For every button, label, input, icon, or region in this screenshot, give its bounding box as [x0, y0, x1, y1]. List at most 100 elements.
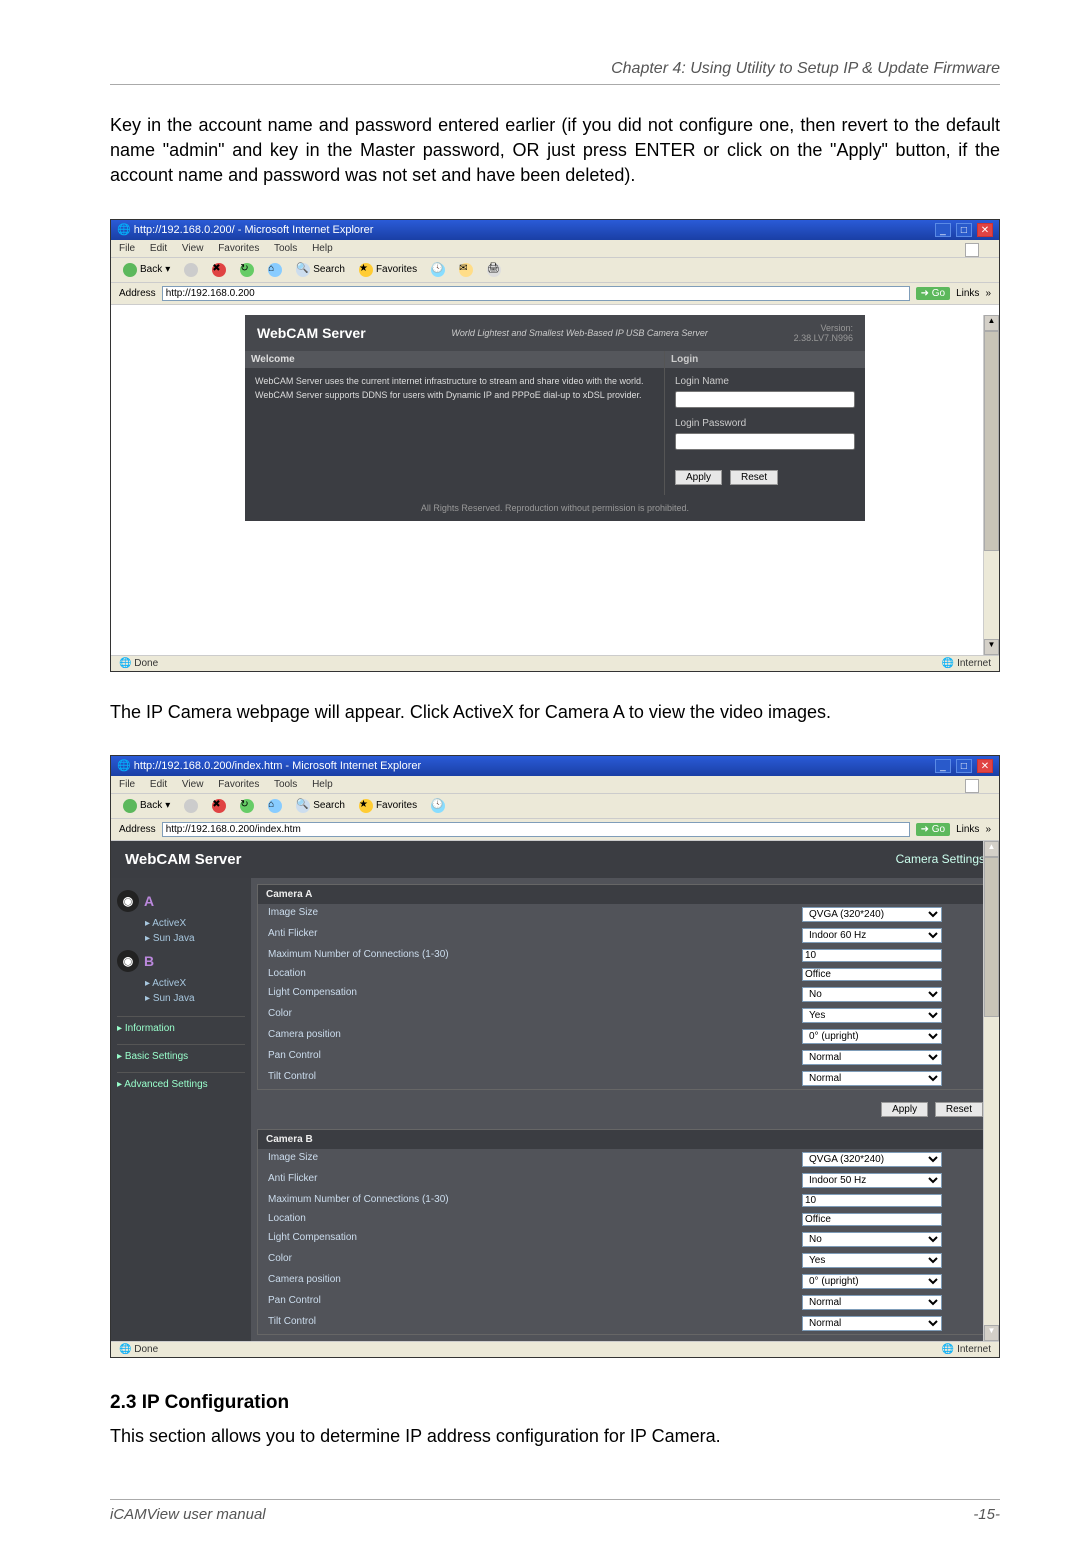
sidebar-sunjava-b[interactable]: ▸ Sun Java [145, 991, 245, 1006]
home-button[interactable]: ⌂ [264, 262, 286, 278]
camera-a-control-5[interactable]: Yes [802, 1008, 942, 1023]
mail-button[interactable]: ✉ [455, 262, 477, 278]
camera-b-label-4: Light Compensation [268, 1232, 802, 1247]
home-icon: ⌂ [268, 263, 282, 277]
camera-b-control-7[interactable]: Normal [802, 1295, 942, 1310]
scroll-thumb[interactable] [984, 331, 999, 551]
sidebar-activex-a[interactable]: ▸ ActiveX [145, 916, 245, 931]
refresh-button[interactable]: ↻ [236, 798, 258, 814]
sidebar-sunjava-a[interactable]: ▸ Sun Java [145, 931, 245, 946]
camera-a-control-0[interactable]: QVGA (320*240) [802, 907, 942, 922]
home-button[interactable]: ⌂ [264, 798, 286, 814]
camera-b-control-8[interactable]: Normal [802, 1316, 942, 1331]
history-button[interactable]: 🕓 [427, 262, 449, 278]
sidebar-advanced-settings[interactable]: ▸ Advanced Settings [117, 1072, 245, 1090]
camera-b-control-6[interactable]: 0° (upright) [802, 1274, 942, 1289]
scroll-up-arrow[interactable]: ▲ [984, 841, 999, 857]
login-name-input[interactable] [675, 391, 855, 408]
maximize-button[interactable]: □ [956, 223, 972, 237]
back-button[interactable]: Back ▾ [119, 798, 174, 814]
stop-button[interactable]: ✖ [208, 798, 230, 814]
scroll-thumb[interactable] [984, 857, 999, 1017]
close-button[interactable]: ✕ [977, 759, 993, 773]
camera-b-control-4[interactable]: No [802, 1232, 942, 1247]
camera-a-control-4[interactable]: No [802, 987, 942, 1002]
close-button[interactable]: ✕ [977, 223, 993, 237]
menu-help[interactable]: Help [312, 243, 333, 254]
camera-b-row-0: Image SizeQVGA (320*240) [258, 1149, 992, 1170]
go-button[interactable]: ➜ Go [916, 287, 951, 300]
menu-view[interactable]: View [182, 779, 204, 790]
address-input[interactable] [162, 286, 910, 301]
forward-button[interactable] [180, 262, 202, 278]
scroll-down-arrow[interactable]: ▼ [984, 639, 999, 655]
camera-b-control-2[interactable] [802, 1194, 942, 1207]
menu-tools[interactable]: Tools [274, 779, 297, 790]
camera-a-control-1[interactable]: Indoor 60 Hz [802, 928, 942, 943]
camera-a-section: Camera A Image SizeQVGA (320*240)Anti Fl… [257, 884, 993, 1090]
chevron-right-icon: » [985, 824, 991, 835]
camera-a-control-7[interactable]: Normal [802, 1050, 942, 1065]
welcome-header: Welcome [245, 351, 664, 368]
address-bar-2: Address ➜ Go Links » [111, 819, 999, 841]
sidebar-activex-b[interactable]: ▸ ActiveX [145, 976, 245, 991]
stop-button[interactable]: ✖ [208, 262, 230, 278]
menu-favorites[interactable]: Favorites [218, 779, 259, 790]
vertical-scrollbar[interactable]: ▲ ▼ [983, 315, 999, 655]
camera-a-row-8: Tilt ControlNormal [258, 1068, 992, 1089]
history-button[interactable]: 🕓 [427, 798, 449, 814]
ie-icon: 🌐 [117, 224, 131, 236]
camera-b-letter: B [144, 953, 154, 969]
camera-b-control-1[interactable]: Indoor 50 Hz [802, 1173, 942, 1188]
minimize-button[interactable]: _ [935, 223, 951, 237]
search-button[interactable]: 🔍Search [292, 262, 349, 278]
menu-tools[interactable]: Tools [274, 243, 297, 254]
camera-a-icon: ◉ [117, 890, 139, 912]
camera-a-control-2[interactable] [802, 949, 942, 962]
refresh-button[interactable]: ↻ [236, 262, 258, 278]
sidebar-basic-settings[interactable]: ▸ Basic Settings [117, 1044, 245, 1062]
menu-help[interactable]: Help [312, 779, 333, 790]
menu-file[interactable]: File [119, 779, 135, 790]
menu-view[interactable]: View [182, 243, 204, 254]
scroll-down-arrow[interactable]: ▼ [984, 1325, 999, 1341]
camera-b-control-3[interactable] [802, 1213, 942, 1226]
login-password-input[interactable] [675, 433, 855, 450]
sidebar-information[interactable]: ▸ Information [117, 1016, 245, 1034]
webcam-subtitle: World Lightest and Smallest Web-Based IP… [451, 328, 708, 338]
menu-edit[interactable]: Edit [150, 779, 167, 790]
reset-button-2[interactable]: Reset [935, 1102, 983, 1117]
back-button[interactable]: Back ▾ [119, 262, 174, 278]
camera-a-label-5: Color [268, 1008, 802, 1023]
links-label[interactable]: Links [956, 288, 979, 299]
camera-a-control-3[interactable] [802, 968, 942, 981]
favorites-button[interactable]: ★Favorites [355, 262, 421, 278]
minimize-button[interactable]: _ [935, 759, 951, 773]
reset-button[interactable]: Reset [730, 470, 778, 485]
apply-button[interactable]: Apply [675, 470, 722, 485]
search-button[interactable]: 🔍Search [292, 798, 349, 814]
camera-a-control-8[interactable]: Normal [802, 1071, 942, 1086]
address-input[interactable] [162, 822, 910, 837]
maximize-button[interactable]: □ [956, 759, 972, 773]
camera-a-control-6[interactable]: 0° (upright) [802, 1029, 942, 1044]
sidebar: ◉ A ▸ ActiveX ▸ Sun Java ◉ B ▸ ActiveX ▸… [111, 878, 251, 1341]
camera-b-control-0[interactable]: QVGA (320*240) [802, 1152, 942, 1167]
camera-b-control-5[interactable]: Yes [802, 1253, 942, 1268]
footer-left: iCAMView user manual [110, 1506, 266, 1523]
scroll-up-arrow[interactable]: ▲ [984, 315, 999, 331]
chevron-right-icon: » [985, 288, 991, 299]
apply-button-2[interactable]: Apply [881, 1102, 928, 1117]
menu-edit[interactable]: Edit [150, 243, 167, 254]
menu-favorites[interactable]: Favorites [218, 243, 259, 254]
menu-file[interactable]: File [119, 243, 135, 254]
chapter-header: Chapter 4: Using Utility to Setup IP & U… [110, 60, 1000, 85]
vertical-scrollbar-2[interactable]: ▲ ▼ [983, 841, 999, 1341]
go-button[interactable]: ➜ Go [916, 823, 951, 836]
favorites-button[interactable]: ★Favorites [355, 798, 421, 814]
print-button[interactable]: 🖨 [483, 262, 505, 278]
links-label[interactable]: Links [956, 824, 979, 835]
camera-b-label-6: Camera position [268, 1274, 802, 1289]
forward-button[interactable] [180, 798, 202, 814]
rights-footer: All Rights Reserved. Reproduction withou… [245, 495, 865, 521]
